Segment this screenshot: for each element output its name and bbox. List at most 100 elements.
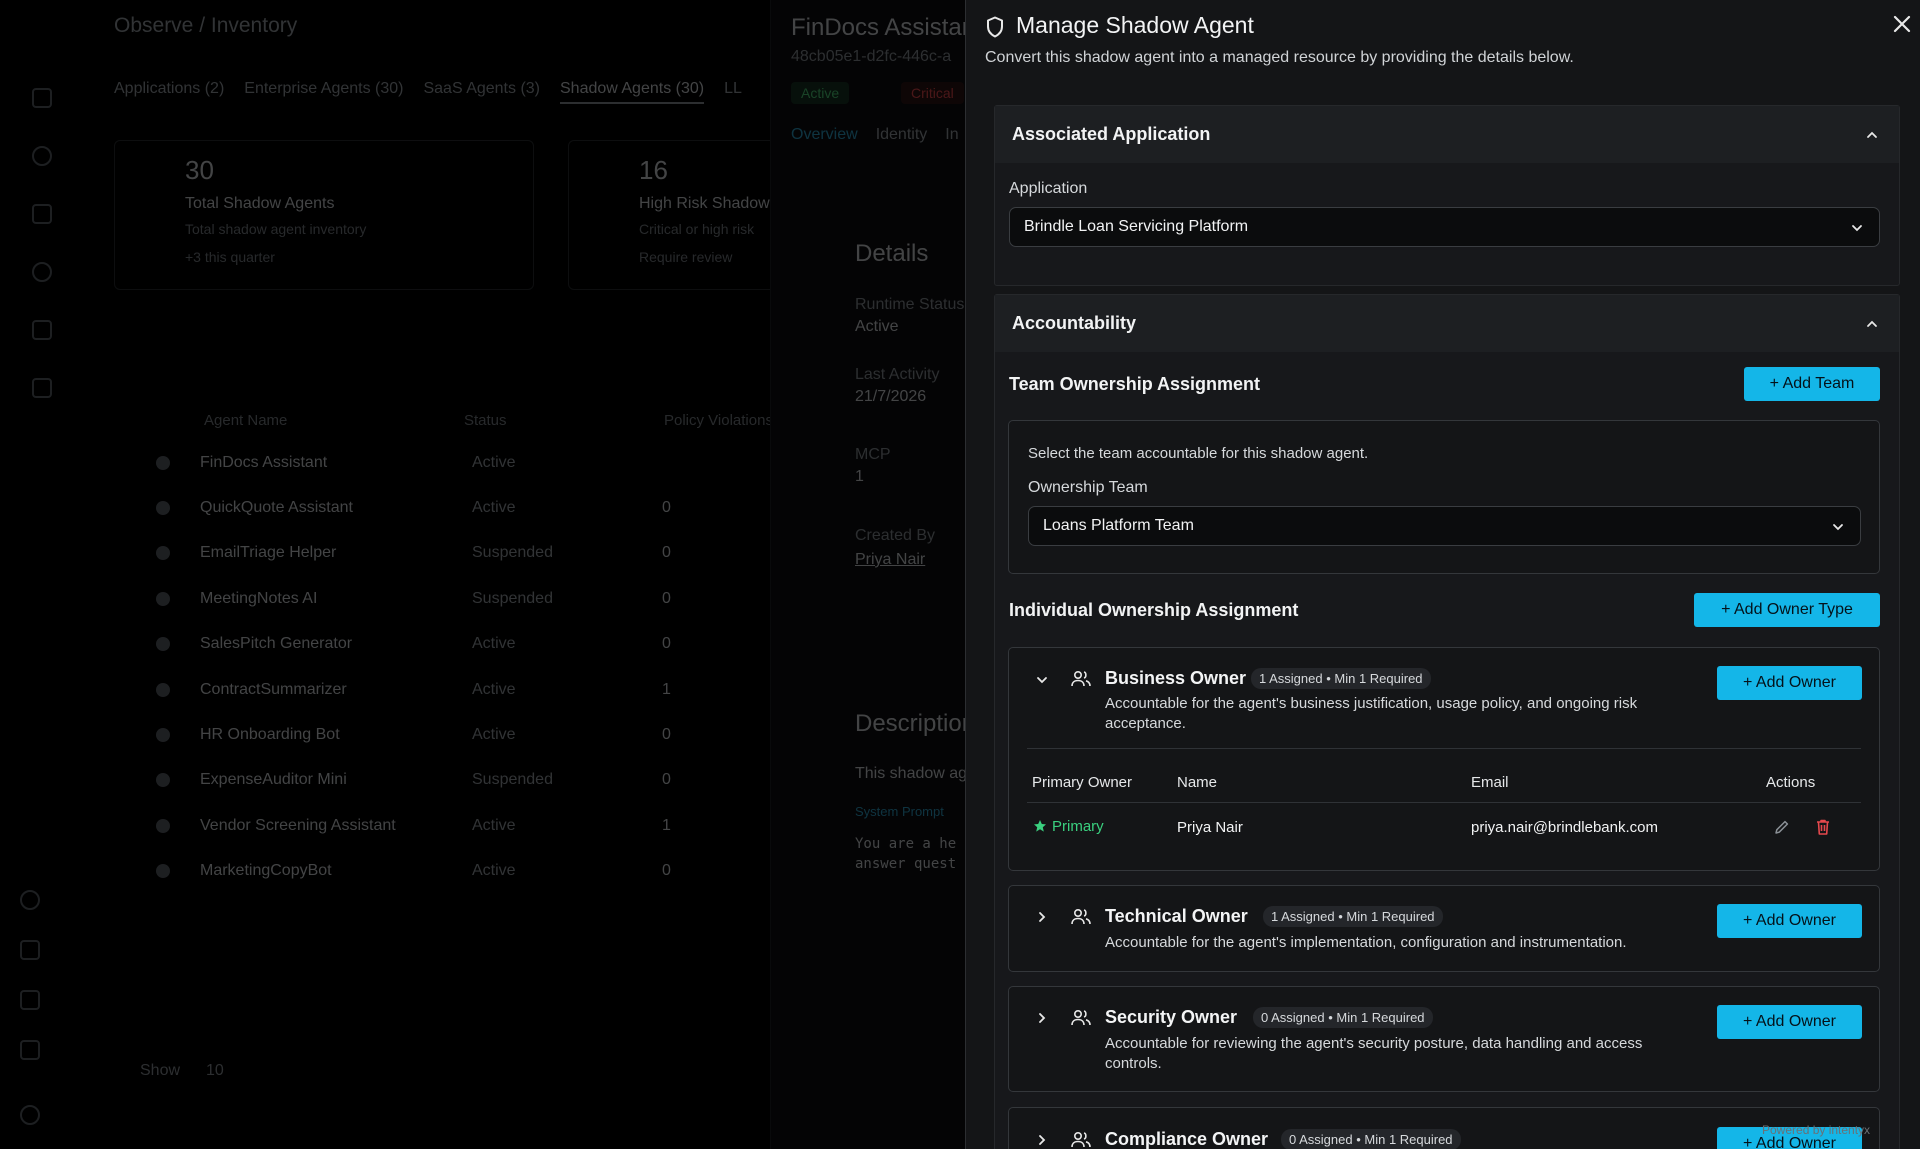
star-icon xyxy=(1034,820,1046,832)
manage-shadow-agent-drawer: Manage Shadow Agent Convert this shadow … xyxy=(965,0,1920,1149)
drawer-title: Manage Shadow Agent xyxy=(1016,12,1254,38)
tab-enterprise-agents[interactable]: Enterprise Agents (30) xyxy=(244,80,403,104)
tab-saas-agents[interactable]: SaaS Agents (3) xyxy=(423,80,540,104)
grid-icon[interactable] xyxy=(32,88,52,108)
divider xyxy=(1027,802,1861,803)
table-row[interactable]: MeetingNotes AI Suspended 0 xyxy=(114,576,774,621)
shield-nav-icon[interactable] xyxy=(32,204,52,224)
ownership-team-label: Ownership Team xyxy=(1028,479,1148,496)
stat-title: High Risk Shadow xyxy=(639,195,770,212)
section-title: Associated Application xyxy=(1012,124,1211,144)
add-owner-button[interactable]: + Add Owner xyxy=(1717,666,1862,700)
add-owner-button[interactable]: + Add Owner xyxy=(1717,904,1862,938)
agent-status: Active xyxy=(472,635,516,653)
edit-icon[interactable] xyxy=(1773,818,1791,836)
drawer-header: Manage Shadow Agent Convert this shadow … xyxy=(966,0,1920,86)
agent-status-icon xyxy=(156,455,170,470)
stat-card-total: 30 Total Shadow Agents Total shadow agen… xyxy=(114,140,534,290)
chevron-up-icon[interactable] xyxy=(1865,128,1879,142)
add-team-button[interactable]: + Add Team xyxy=(1744,367,1880,401)
application-select-value: Brindle Loan Servicing Platform xyxy=(1024,218,1249,235)
tab-identity[interactable]: Identity xyxy=(876,126,928,144)
inventory-tabs: Applications (2) Enterprise Agents (30) … xyxy=(114,80,742,104)
col-status[interactable]: Status xyxy=(464,412,664,429)
policy-count: 1 xyxy=(662,680,671,698)
chevron-up-icon[interactable] xyxy=(1865,317,1879,331)
description-heading: Description xyxy=(855,710,965,737)
owner-type-name: Business Owner xyxy=(1105,668,1247,688)
bell-icon[interactable] xyxy=(20,1040,40,1060)
accountability-header[interactable]: Accountability xyxy=(995,295,1899,352)
settings-icon[interactable] xyxy=(20,940,40,960)
table-row[interactable]: Vendor Screening Assistant Active 1 xyxy=(114,803,774,848)
table-row[interactable]: HR Onboarding Bot Active 0 xyxy=(114,712,774,757)
trash-icon[interactable] xyxy=(1815,818,1831,836)
col-policy[interactable]: Policy Violations xyxy=(664,412,773,429)
table-row[interactable]: ExpenseAuditor Mini Suspended 0 xyxy=(114,758,774,803)
avatar[interactable] xyxy=(20,1105,40,1125)
table-row[interactable]: MarketingCopyBot Active 0 xyxy=(114,849,774,894)
add-owner-button[interactable]: + Add Owner xyxy=(1717,1005,1862,1039)
col-email: Email xyxy=(1471,774,1509,791)
background-app: Observe / Inventory Applications (2) Ent… xyxy=(0,0,968,1149)
agent-status: Suspended xyxy=(472,544,553,562)
table-row[interactable]: ContractSummarizer Active 1 xyxy=(114,667,774,712)
agents-table: Agent Name Status Policy Violations FinD… xyxy=(114,400,774,894)
stat-value: 30 xyxy=(185,155,214,185)
chevron-down-icon[interactable] xyxy=(1035,673,1049,687)
owner-type-description: Accountable for reviewing the agent's se… xyxy=(1105,1035,1643,1072)
primary-badge: Primary xyxy=(1052,818,1104,835)
owner-type-description: Accountable for the agent's business jus… xyxy=(1105,695,1638,732)
description-text: This shadow ag xyxy=(855,765,965,782)
agent-name: SalesPitch Generator xyxy=(200,635,353,653)
list-icon[interactable] xyxy=(32,378,52,398)
col-agent-name[interactable]: Agent Name xyxy=(114,412,464,429)
agent-status: Active xyxy=(472,726,516,744)
close-icon[interactable] xyxy=(1890,12,1914,36)
radar-icon[interactable] xyxy=(32,262,52,282)
system-prompt-label: System Prompt xyxy=(855,804,944,819)
team-ownership-box xyxy=(1008,420,1880,574)
docs-icon[interactable] xyxy=(20,990,40,1010)
tab-in[interactable]: In xyxy=(945,126,958,144)
table-row[interactable]: FinDocs Assistant Active xyxy=(114,440,774,485)
agent-status-icon xyxy=(156,773,170,788)
application-select[interactable]: Brindle Loan Servicing Platform xyxy=(1009,207,1880,247)
page-size-select[interactable]: 10 xyxy=(206,1062,224,1080)
chevron-right-icon[interactable] xyxy=(1035,1011,1049,1025)
owner-card-compliance: Compliance Owner 0 Assigned • Min 1 Requ… xyxy=(1008,1107,1880,1149)
table-row[interactable]: EmailTriage Helper Suspended 0 xyxy=(114,531,774,576)
chevron-right-icon[interactable] xyxy=(1035,1133,1049,1147)
powered-by-brand: Powered by intentyx xyxy=(1762,1123,1871,1137)
stat-value: 16 xyxy=(639,155,668,185)
chart-icon[interactable] xyxy=(32,320,52,340)
tab-llm[interactable]: LL xyxy=(724,80,742,104)
detail-title: FinDocs Assistant xyxy=(791,14,965,41)
chevron-right-icon[interactable] xyxy=(1035,910,1049,924)
assigned-count-badge: 0 Assigned • Min 1 Required xyxy=(1253,1007,1433,1028)
eye-icon[interactable] xyxy=(32,146,52,166)
team-ownership-title: Team Ownership Assignment xyxy=(1009,374,1261,394)
tab-applications[interactable]: Applications (2) xyxy=(114,80,224,104)
tab-overview[interactable]: Overview xyxy=(791,126,858,144)
mcp-value: 1 xyxy=(855,468,864,485)
ownership-team-value: Loans Platform Team xyxy=(1043,517,1194,534)
policy-count: 0 xyxy=(662,589,671,607)
ownership-team-select[interactable]: Loans Platform Team xyxy=(1028,506,1861,546)
agent-status: Suspended xyxy=(472,771,553,789)
associated-application-header[interactable]: Associated Application xyxy=(995,106,1899,163)
table-row[interactable]: QuickQuote Assistant Active 0 xyxy=(114,485,774,530)
table-row[interactable]: SalesPitch Generator Active 0 xyxy=(114,622,774,667)
people-icon xyxy=(1071,1009,1091,1026)
tab-shadow-agents[interactable]: Shadow Agents (30) xyxy=(560,80,705,104)
stat-title: Total Shadow Agents xyxy=(185,195,335,212)
people-icon xyxy=(1071,1131,1091,1148)
status-badge: Active xyxy=(791,82,850,104)
agent-name: HR Onboarding Bot xyxy=(200,726,340,744)
created-by-link[interactable]: Priya Nair xyxy=(855,551,925,569)
agent-status: Active xyxy=(472,499,516,517)
people-icon xyxy=(1071,670,1091,687)
assigned-count-badge: 1 Assigned • Min 1 Required xyxy=(1263,906,1443,927)
help-icon[interactable] xyxy=(20,890,40,910)
add-owner-type-button[interactable]: + Add Owner Type xyxy=(1694,593,1880,627)
